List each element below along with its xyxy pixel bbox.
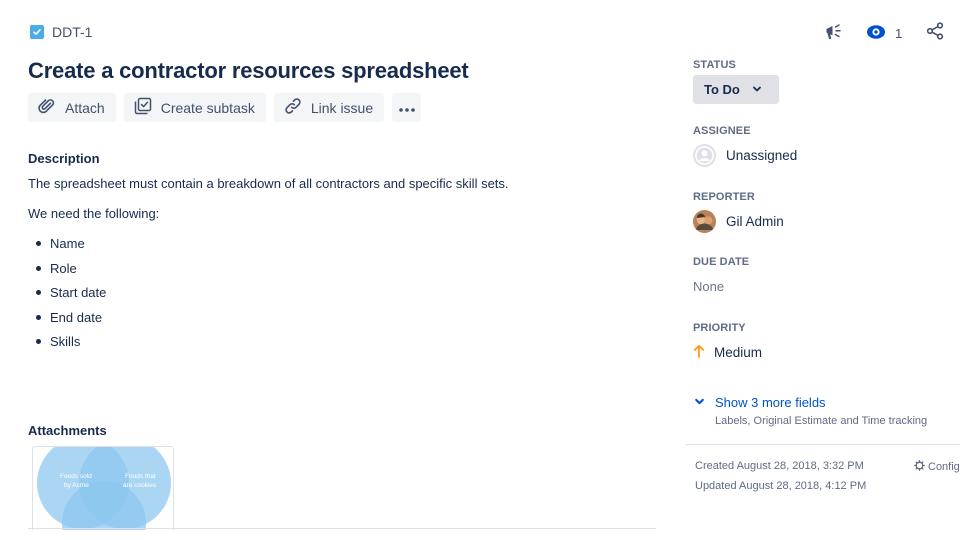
assignee-field[interactable]: Unassigned [693, 144, 797, 167]
issue-title[interactable]: Create a contractor resources spreadshee… [28, 58, 469, 84]
status-dropdown[interactable]: To Do [693, 75, 779, 104]
more-icon [398, 100, 416, 116]
venn-diagram-image: Foods sold by Acme Foods that are cookie… [37, 447, 171, 530]
priority-field[interactable]: Medium [693, 344, 762, 361]
show-more-fields-button[interactable]: Show 3 more fields [694, 395, 826, 410]
share-icon[interactable] [926, 21, 944, 45]
arrow-up-icon [693, 344, 705, 361]
chevron-down-icon [694, 395, 705, 410]
list-item: End date [34, 309, 106, 334]
description-text[interactable]: The spreadsheet must contain a breakdown… [28, 176, 509, 191]
subtask-icon [134, 97, 152, 118]
description-list: Name Role Start date End date Skills [34, 235, 106, 358]
created-timestamp: Created August 28, 2018, 3:32 PM [695, 460, 864, 472]
attach-button-label: Attach [65, 99, 105, 116]
list-item: Start date [34, 284, 106, 309]
link-icon [284, 97, 302, 118]
due-date-value[interactable]: None [693, 279, 724, 294]
updated-timestamp: Updated August 28, 2018, 4:12 PM [695, 480, 867, 492]
assignee-label: ASSIGNEE [693, 125, 751, 137]
issue-header-actions: 1 [824, 21, 944, 46]
watch-button[interactable]: 1 [866, 24, 902, 43]
avatar [693, 210, 716, 233]
link-issue-button[interactable]: Link issue [273, 93, 385, 122]
status-label: STATUS [693, 59, 736, 71]
reporter-field[interactable]: Gil Admin [693, 210, 784, 233]
divider [28, 528, 656, 529]
attach-button[interactable]: Attach [28, 93, 116, 122]
attachment-thumbnail[interactable]: Foods sold by Acme Foods that are cookie… [32, 446, 174, 530]
eye-icon [866, 24, 886, 43]
hidden-fields-summary: Labels, Original Estimate and Time track… [715, 415, 928, 427]
megaphone-icon[interactable] [824, 21, 844, 46]
create-subtask-label: Create subtask [160, 99, 255, 116]
due-date-label: DUE DATE [693, 256, 750, 268]
watch-count: 1 [895, 25, 903, 41]
reporter-label: REPORTER [693, 191, 755, 203]
venn-label: by Acme [64, 482, 89, 489]
list-item: Name [34, 235, 106, 260]
show-more-label: Show 3 more fields [715, 395, 826, 410]
reporter-value: Gil Admin [726, 214, 784, 229]
priority-label: PRIORITY [693, 322, 746, 334]
venn-label: Foods sold [60, 473, 92, 480]
create-subtask-button[interactable]: Create subtask [123, 93, 266, 122]
divider [686, 444, 960, 445]
venn-label: are cookies [123, 482, 157, 489]
chevron-down-icon [752, 82, 762, 97]
paperclip-icon [38, 97, 56, 118]
venn-label: Foods that [125, 473, 156, 480]
user-placeholder-icon [693, 144, 716, 167]
issue-action-bar: Attach Create subtask Link issue [28, 93, 422, 122]
issue-key-text: DDT-1 [52, 24, 93, 40]
issue-key-breadcrumb[interactable]: DDT-1 [30, 24, 92, 40]
checkbox-icon [30, 25, 44, 39]
list-item: Skills [34, 333, 106, 358]
configure-link[interactable]: Configure [914, 460, 960, 474]
description-heading: Description [28, 151, 100, 166]
status-value: To Do [704, 82, 740, 97]
more-actions-button[interactable] [392, 93, 422, 122]
priority-value: Medium [714, 345, 763, 360]
attachments-heading: Attachments [28, 423, 107, 438]
assignee-value: Unassigned [726, 148, 798, 163]
configure-label: Configure [928, 461, 960, 473]
link-issue-label: Link issue [310, 99, 374, 116]
gear-icon [914, 460, 925, 474]
list-item: Role [34, 260, 106, 285]
description-text[interactable]: We need the following: [28, 206, 159, 221]
